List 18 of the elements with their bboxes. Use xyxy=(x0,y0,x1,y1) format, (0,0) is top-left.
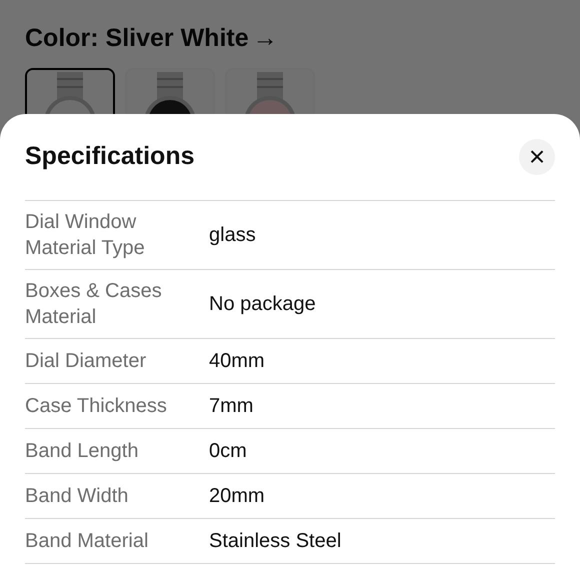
spec-label: Case Thickness xyxy=(25,394,168,418)
spec-label: Band Material xyxy=(25,528,150,554)
close-button[interactable]: × xyxy=(519,138,555,175)
arrow-icon[interactable]: → xyxy=(252,20,278,58)
spec-value: 0cm xyxy=(209,438,247,464)
spec-label: Band Width xyxy=(25,484,130,508)
spec-value: 40mm xyxy=(209,348,265,374)
spec-label: Boxes & Cases Material xyxy=(25,278,163,330)
spec-label: Band Length xyxy=(25,438,140,464)
spec-value: Stainless Steel xyxy=(209,528,342,554)
sheet-title: Specifications xyxy=(25,141,194,172)
spec-value: glass xyxy=(209,222,256,248)
spec-value: 20mm xyxy=(209,484,265,508)
spec-label: Dial Window Material Type xyxy=(25,210,146,260)
color-heading: Color: Sliver White xyxy=(25,23,249,54)
spec-label: Dial Diameter xyxy=(25,348,148,374)
spec-value: 7mm xyxy=(209,394,254,418)
spec-value: No package xyxy=(209,292,316,316)
